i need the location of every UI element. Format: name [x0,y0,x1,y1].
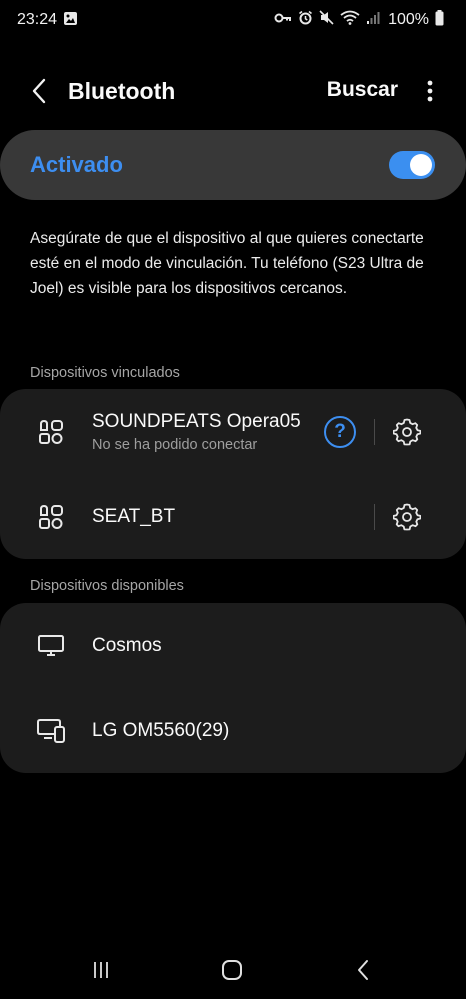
paired-devices-list: SOUNDPEATS Opera05 No se ha podido conec… [0,389,466,559]
device-name: SEAT_BT [92,506,176,527]
back-button[interactable] [22,74,56,108]
battery-icon [435,9,444,31]
paired-devices-header: Dispositivos vinculados [30,365,180,381]
mute-icon [319,10,334,30]
device-status: No se ha podido conectar [92,437,258,453]
help-button[interactable]: ? [324,416,356,448]
more-options-button[interactable] [418,75,442,107]
multi-device-icon [36,716,66,746]
device-name: SOUNDPEATS Opera05 [92,411,301,432]
paired-device-soundpeats[interactable]: SOUNDPEATS Opera05 No se ha podido conec… [0,389,466,474]
status-icons: 100% [274,9,444,31]
recents-button[interactable] [81,956,121,984]
recents-icon [94,962,108,978]
alarm-icon [298,10,313,30]
chevron-left-icon [358,960,368,980]
divider [374,419,375,445]
home-icon [222,960,242,980]
vpn-key-icon [274,11,292,29]
image-icon [63,11,78,31]
audio-device-icon [36,502,66,532]
device-settings-button[interactable] [390,500,424,534]
search-button[interactable]: Buscar [327,78,398,102]
status-bar: 23:24 100% [0,0,466,40]
navigation-bar [0,948,466,992]
available-devices-header: Dispositivos disponibles [30,578,184,594]
available-devices-list: Cosmos LG OM5560(29) [0,603,466,773]
gear-icon [393,418,421,446]
audio-device-icon [36,417,66,447]
bluetooth-master-switch[interactable]: Activado [0,130,466,200]
home-button[interactable] [212,956,252,984]
available-device-lg-om5560[interactable]: LG OM5560(29) [0,688,466,773]
divider [374,504,375,530]
device-name: LG OM5560(29) [92,720,230,741]
bluetooth-toggle[interactable] [389,151,435,179]
signal-icon [366,11,380,30]
pairing-description: Asegúrate de que el dispositivo al que q… [30,230,424,297]
chevron-left-icon [32,78,46,104]
device-name: Cosmos [92,635,162,656]
toggle-knob [410,154,432,176]
available-device-cosmos[interactable]: Cosmos [0,603,466,688]
device-settings-button[interactable] [390,415,424,449]
gear-icon [393,503,421,531]
paired-device-seat-bt[interactable]: SEAT_BT [0,474,466,559]
wifi-icon [340,10,360,30]
status-time: 23:24 [17,11,58,28]
monitor-icon [36,631,66,661]
app-bar: Bluetooth Buscar [0,60,466,122]
page-title: Bluetooth [68,78,176,104]
back-nav-button[interactable] [343,956,383,984]
battery-level: 100% [388,11,429,28]
more-vert-icon [427,80,433,102]
master-switch-label: Activado [30,152,123,177]
